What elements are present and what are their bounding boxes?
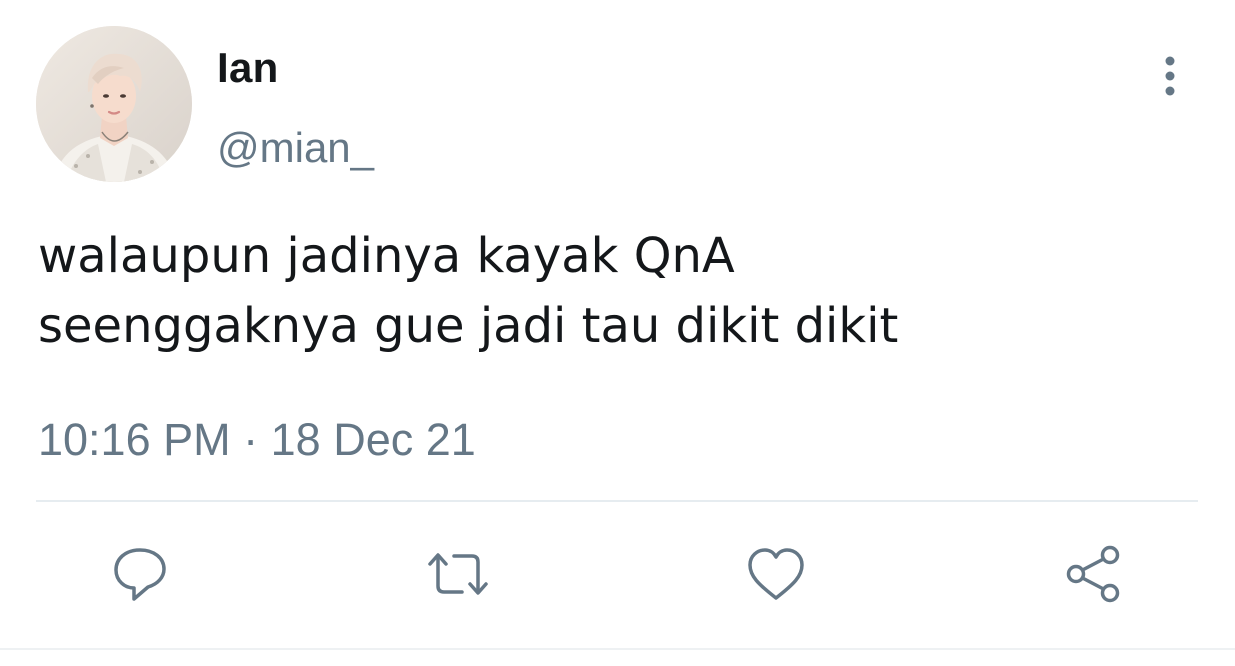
- avatar[interactable]: [36, 26, 192, 182]
- reply-icon: [114, 548, 166, 601]
- user-handle[interactable]: @mian_: [217, 122, 374, 174]
- like-button[interactable]: [744, 542, 808, 606]
- tweet-card: Ian @mian_ walaupun jadinya kayak QnA se…: [0, 0, 1235, 666]
- tweet-date: 18 Dec 21: [270, 414, 476, 465]
- display-name[interactable]: Ian: [217, 42, 279, 94]
- tweet-timestamp[interactable]: 10:16 PM · 18 Dec 21: [38, 412, 476, 468]
- avatar-image: [36, 26, 192, 182]
- heart-icon: [748, 548, 804, 600]
- retweet-button[interactable]: [426, 542, 490, 606]
- more-vertical-icon[interactable]: [1152, 52, 1188, 102]
- share-button[interactable]: [1062, 542, 1126, 606]
- reply-button[interactable]: [108, 542, 172, 606]
- meta-separator: ·: [243, 414, 259, 465]
- tweet-time: 10:16 PM: [38, 414, 231, 465]
- tweet-text: walaupun jadinya kayak QnA seenggaknya g…: [38, 228, 899, 354]
- retweet-icon: [428, 553, 488, 595]
- divider: [36, 500, 1198, 502]
- share-icon: [1066, 545, 1120, 603]
- bottom-divider: [0, 648, 1235, 650]
